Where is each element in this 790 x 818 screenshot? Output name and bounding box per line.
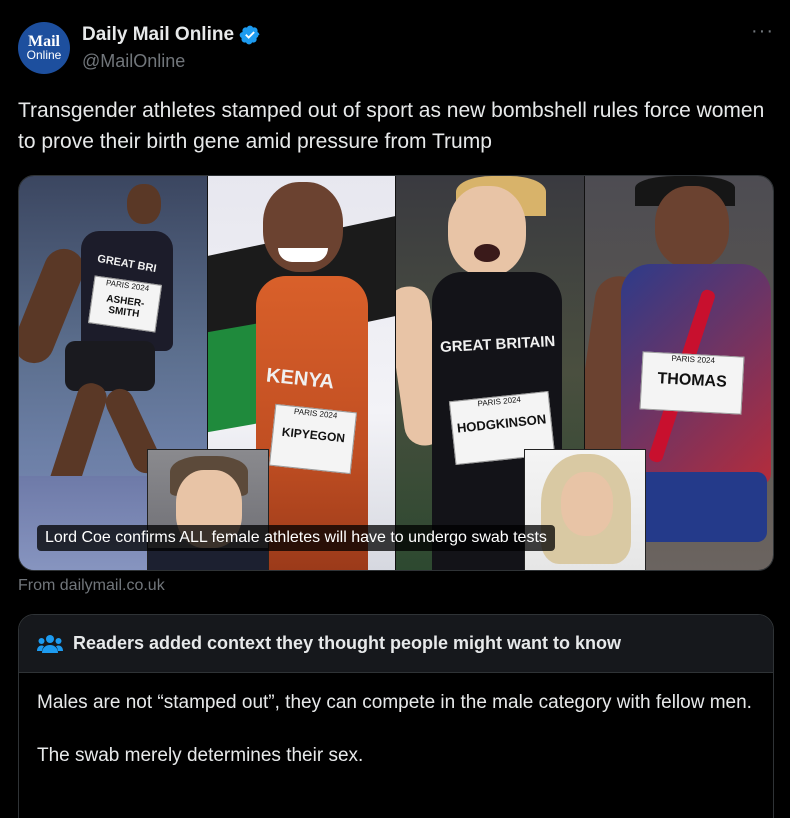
athlete-head (448, 186, 526, 276)
link-source[interactable]: From dailymail.co.uk (18, 577, 165, 595)
athlete-head (655, 186, 729, 268)
athlete-shorts (637, 472, 767, 542)
handle[interactable]: @MailOnline (82, 51, 185, 72)
avatar-line2: Online (26, 48, 62, 62)
suit (148, 548, 268, 570)
community-note-paragraph: The swab merely determines their sex. (37, 745, 364, 766)
community-note-header[interactable]: Readers added context they thought peopl… (19, 615, 773, 673)
bib-1: PARIS 2024 ASHER-SMITH (87, 275, 163, 333)
athlete-shorts (65, 341, 155, 391)
people-icon (37, 634, 63, 653)
athlete-head (127, 184, 161, 224)
bib-2: PARIS 2024 KIPYEGON (268, 403, 358, 475)
tweet-text: Transgender athletes stamped out of spor… (18, 99, 765, 153)
bib-4-name: THOMAS (657, 370, 728, 391)
media-caption: Lord Coe confirms ALL female athletes wi… (37, 525, 555, 551)
inset-portrait-man (147, 449, 269, 570)
inset-portrait-woman (524, 449, 646, 570)
tweet-header: Mail Online Daily Mail Online @MailOnlin… (18, 20, 778, 76)
community-note-body: Males are not “stamped out”, they can co… (19, 673, 773, 811)
avatar[interactable]: Mail Online (18, 22, 70, 74)
athlete-mouth (474, 244, 500, 262)
bib-3-name: HODGKINSON (456, 411, 547, 436)
verified-badge-icon (239, 25, 260, 45)
media-card[interactable]: GREAT BRI PARIS 2024 ASHER-SMITH KENYA P… (18, 175, 774, 571)
bib-1-name: ASHER-SMITH (105, 293, 146, 321)
display-name[interactable]: Daily Mail Online (82, 24, 234, 46)
community-note: Readers added context they thought peopl… (18, 614, 774, 818)
bib-4: PARIS 2024 THOMAS (639, 351, 745, 415)
community-note-title: Readers added context they thought peopl… (73, 633, 622, 653)
bib-2-name: KIPYEGON (281, 424, 346, 446)
name-row: Daily Mail Online (82, 24, 261, 46)
more-options-icon[interactable]: ··· (751, 20, 774, 43)
face (561, 472, 613, 536)
avatar-line1: Mail (28, 33, 60, 50)
athlete-smile (278, 248, 328, 262)
community-note-paragraph: Males are not “stamped out”, they can co… (37, 692, 752, 713)
